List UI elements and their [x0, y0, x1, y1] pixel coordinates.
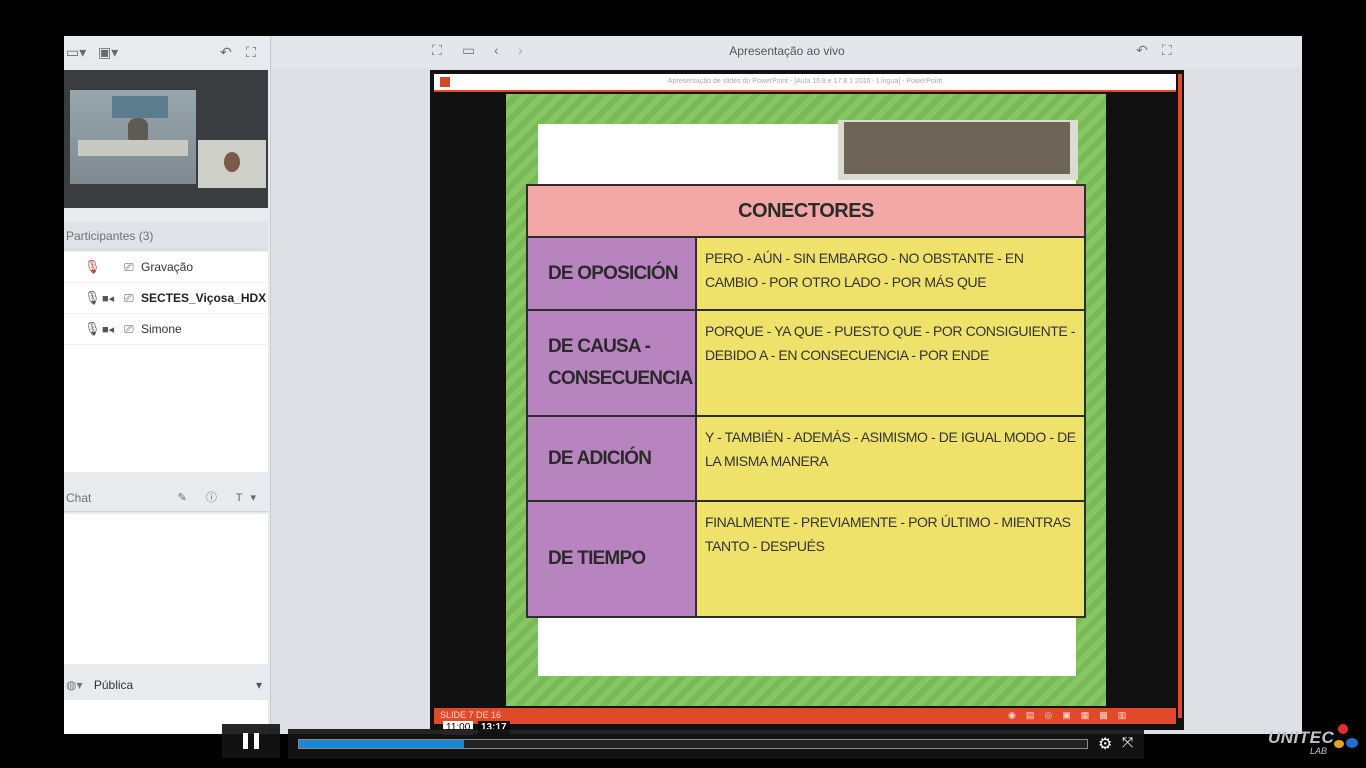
chat-header: Chat ✎ ⓘ T▾ [64, 484, 268, 512]
table-row: DE OPOSICIÓN PERO - AÚN - SIN EMBARGO - … [528, 238, 1084, 309]
participant-name: Gravação [141, 260, 194, 274]
participants-list: 🎙 ⎚ Gravação 🎙 ■◂ ⎚ SECTES_Viçosa_HDX 🎙 … [64, 252, 268, 472]
chat-tools[interactable]: ✎ ⓘ T▾ [178, 484, 264, 512]
undock-icon[interactable]: ↶ [1136, 42, 1148, 59]
connectors-cell: PORQUE - YA QUE - PUESTO QUE - POR CONSI… [697, 311, 1084, 415]
video-feed [64, 70, 268, 208]
ppt-window-title: Apresentação de slides do PowerPoint - [… [667, 78, 943, 85]
shared-screen: Apresentação de slides do PowerPoint - [… [430, 70, 1184, 730]
monitor-icon: ⎚ [124, 290, 134, 305]
maximize-icon[interactable]: ⛶ [1162, 42, 1172, 59]
connectors-cell: Y - TAMBIÉN - ADEMÁS - ASIMISMO - DE IGU… [697, 417, 1084, 500]
participant-camera [198, 140, 266, 188]
layout-icon[interactable]: ▭▾ [66, 44, 86, 61]
camera-icon: ■◂ [102, 292, 115, 305]
window-border [1178, 74, 1182, 718]
mic-icon: 🎙 [84, 321, 101, 336]
mic-muted-icon: 🎙 [84, 259, 101, 274]
table-title: CONECTORES [528, 186, 1084, 236]
connectors-cell: PERO - AÚN - SIN EMBARGO - NO OBSTANTE -… [697, 238, 1084, 309]
mic-icon: 🎙 [84, 290, 101, 305]
chat-messages [64, 514, 268, 664]
pause-icon [243, 733, 248, 749]
undock-icon[interactable]: ↶ [220, 44, 232, 61]
presentation-toolbar: ⛶ ▭ ‹ › Apresentação ao vivo ↶ ⛶ [272, 36, 1302, 68]
participants-header: Participantes (3) [64, 222, 268, 250]
left-toolbar: ▭▾ ▣▾ ↶ ⛶ [64, 36, 270, 68]
slide-counter: SLIDE 7 DE 16 [440, 710, 502, 720]
participant-row[interactable]: 🎙 ■◂ ⎚ Simone [64, 314, 268, 345]
pause-button[interactable] [222, 724, 280, 758]
category-cell: DE CAUSA - CONSECUENCIA [528, 311, 695, 415]
ppt-status-bar: SLIDE 7 DE 16 ◉▤◎▣▦▩▥ [434, 708, 1176, 724]
participant-row[interactable]: 🎙 ⎚ Gravação [64, 252, 268, 283]
slide-top-box [538, 120, 1078, 186]
webconference-window: ▭▾ ▣▾ ↶ ⛶ Participantes (3) 🎙 ⎚ Gravação… [64, 36, 1302, 734]
chevron-down-icon[interactable]: ▾ [256, 670, 262, 700]
logo-brand: UNITEC [1268, 728, 1335, 747]
category-cell: DE ADICIÓN [528, 417, 695, 500]
left-panel: ▭▾ ▣▾ ↶ ⛶ Participantes (3) 🎙 ⎚ Gravação… [64, 36, 271, 734]
participant-row[interactable]: 🎙 ■◂ ⎚ SECTES_Viçosa_HDX [64, 283, 268, 314]
audience-label: Pública [93, 678, 134, 692]
phone-icon: ⎚ [124, 321, 134, 336]
slide-bottom-box [538, 618, 1076, 676]
settings-gear-icon[interactable]: ⚙ [1098, 734, 1112, 754]
seek-progress [299, 740, 465, 748]
seek-bar[interactable] [298, 739, 1088, 749]
fullscreen-exit-icon[interactable]: ⤧ [1122, 734, 1133, 751]
player-control-bar: ⚙ ⤧ [288, 729, 1144, 759]
participant-name: SECTES_Viçosa_HDX [141, 291, 267, 305]
view-buttons[interactable]: ◉▤◎▣▦▩▥ [1008, 710, 1136, 721]
globe-icon: ◍▾ [66, 678, 83, 692]
chat-title: Chat [66, 491, 92, 505]
connectors-cell: FINALMENTE - PREVIAMENTE - POR ÚLTIMO - … [697, 502, 1084, 616]
maximize-icon[interactable]: ⛶ [246, 44, 256, 61]
classroom-camera [70, 90, 196, 184]
table-row: DE ADICIÓN Y - TAMBIÉN - ADEMÁS - ASIMIS… [528, 417, 1084, 500]
logo-sub: LAB [1310, 746, 1328, 756]
slide-image [838, 120, 1078, 180]
chat-audience-selector[interactable]: ◍▾ Pública ▾ [64, 670, 268, 700]
category-cell: DE OPOSICIÓN [528, 238, 695, 309]
camera-layout-icon[interactable]: ▣▾ [98, 44, 118, 61]
table-row: DE TIEMPO FINALMENTE - PREVIAMENTE - POR… [528, 502, 1084, 616]
powerpoint-icon [440, 77, 450, 87]
camera-icon: ■◂ [102, 323, 115, 336]
ppt-title-bar: Apresentação de slides do PowerPoint - [… [434, 74, 1176, 92]
category-cell: DE TIEMPO [528, 502, 695, 616]
table-row: DE CAUSA - CONSECUENCIA PORQUE - YA QUE … [528, 311, 1084, 415]
monitor-icon: ⎚ [124, 259, 134, 274]
slide: CONECTORES DE OPOSICIÓN PERO - AÚN - SIN… [506, 94, 1106, 706]
participant-name: Simone [141, 322, 182, 336]
connectors-table: CONECTORES DE OPOSICIÓN PERO - AÚN - SIN… [526, 184, 1086, 618]
unitec-lab-logo: UNITEC LAB [1268, 724, 1362, 760]
